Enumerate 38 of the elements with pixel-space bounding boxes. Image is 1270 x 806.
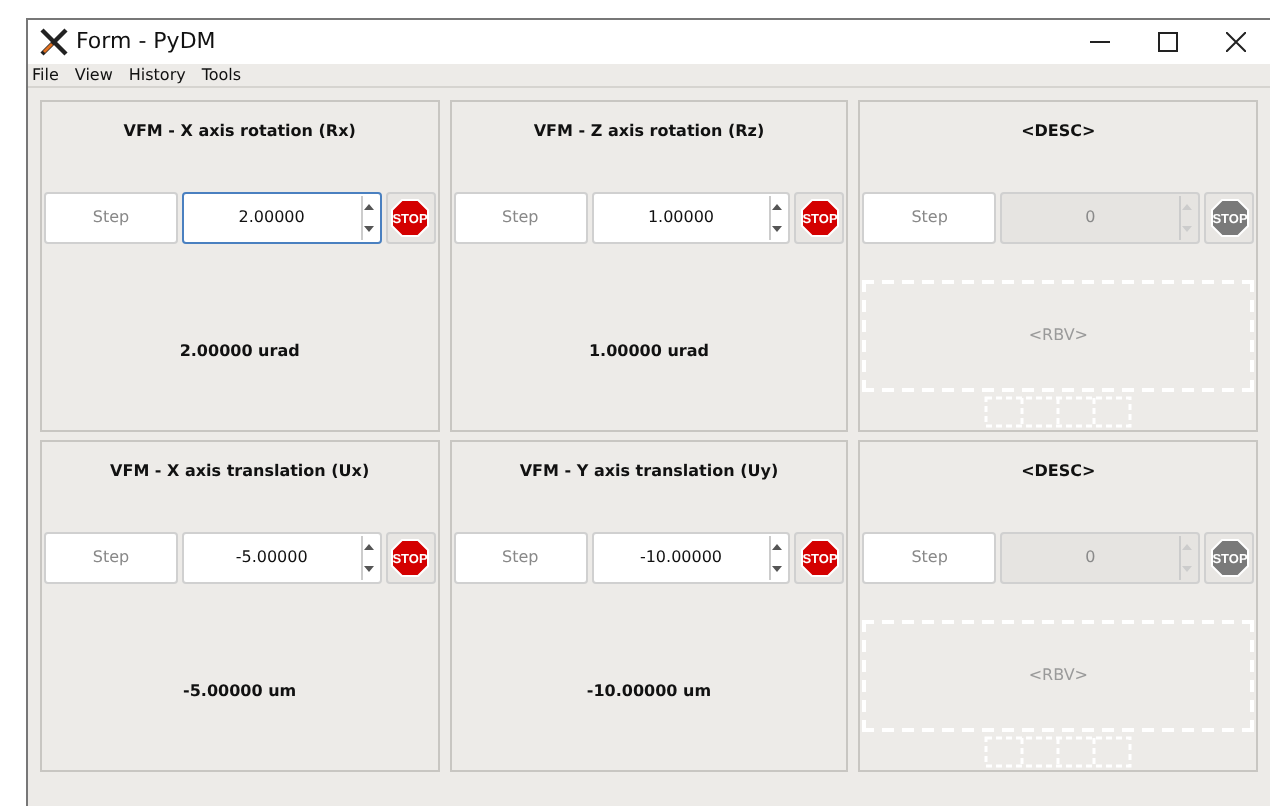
spinbox-value: -10.00000	[637, 546, 725, 570]
panel-title: VFM - X axis rotation (Rx)	[121, 120, 358, 144]
panel-title: VFM - Z axis rotation (Rz)	[531, 120, 767, 144]
panel-title: <DESC>	[1019, 460, 1098, 484]
spinbox-value: 0	[1083, 546, 1098, 570]
spinbox-value: 2.00000	[236, 206, 307, 230]
spinbox-value: 1.00000	[645, 206, 717, 230]
x-logo-icon	[40, 28, 68, 56]
spin-arrows-icon[interactable]	[768, 536, 785, 580]
readback-placeholder: <RBV>	[1028, 664, 1088, 688]
spin-arrows-icon[interactable]	[359, 196, 376, 240]
close-icon[interactable]	[1226, 32, 1246, 52]
spinbox-value: 0	[1083, 206, 1098, 230]
spinbox-value: -5.00000	[233, 546, 310, 570]
step-button[interactable]: Step	[44, 192, 178, 244]
menu-item[interactable]: History	[128, 63, 186, 87]
value-spinbox[interactable]: 2.00000	[182, 192, 382, 244]
readback-value: 2.00000 urad	[177, 340, 302, 364]
readback-value: -5.00000 um	[181, 680, 299, 704]
readback-value: 1.00000 urad	[586, 340, 711, 364]
step-button[interactable]: Step	[453, 192, 588, 244]
value-spinbox[interactable]: -5.00000	[182, 532, 382, 584]
step-button[interactable]: Step	[44, 532, 178, 584]
panel-title: <DESC>	[1019, 120, 1098, 144]
spin-arrows-icon[interactable]	[768, 196, 785, 240]
panel-title: VFM - X axis translation (Ux)	[108, 460, 372, 484]
window-title: Form - PyDM	[76, 25, 216, 58]
menu-item[interactable]: Tools	[201, 63, 242, 87]
step-button[interactable]: Step	[453, 532, 588, 584]
value-spinbox[interactable]: 1.00000	[591, 192, 791, 244]
value-spinbox[interactable]: -10.00000	[591, 532, 791, 584]
maximize-icon[interactable]	[1158, 32, 1178, 52]
panel-title: VFM - Y axis translation (Uy)	[517, 460, 781, 484]
menu-item[interactable]: View	[74, 63, 113, 87]
readback-placeholder: <RBV>	[1028, 324, 1088, 348]
readback-value: -10.00000 um	[584, 680, 714, 704]
spin-arrows-icon[interactable]	[359, 536, 376, 580]
menu-item[interactable]: File	[32, 63, 59, 87]
